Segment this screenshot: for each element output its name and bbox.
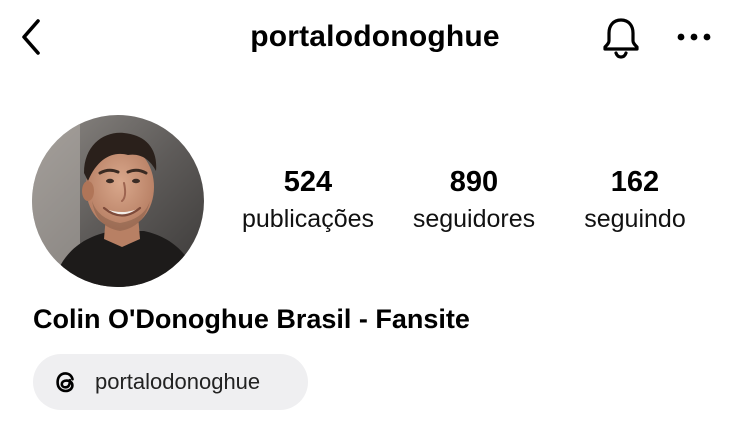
more-options-button[interactable] (672, 20, 716, 54)
notifications-button[interactable] (596, 12, 646, 62)
posts-label: publicações (241, 205, 375, 233)
followers-label: seguidores (412, 205, 536, 233)
following-label: seguindo (584, 205, 686, 233)
profile-photo (32, 115, 204, 287)
profile-header: portalodonoghue (0, 0, 750, 74)
threads-handle: portalodonoghue (95, 369, 261, 394)
profile-stats: 524 publicações 890 seguidores 162 segui… (222, 163, 722, 243)
posts-count: 524 (283, 166, 333, 198)
more-horizontal-icon (677, 33, 711, 41)
followers-count: 890 (449, 166, 499, 198)
threads-profile-link[interactable]: portalodonoghue (33, 354, 308, 410)
following-count: 162 (610, 166, 660, 198)
posts-stat[interactable]: 524 publicações (222, 163, 394, 237)
bell-icon (603, 18, 639, 59)
profile-display-name: Colin O'Donoghue Brasil - Fansite (33, 304, 470, 334)
threads-icon (50, 366, 82, 398)
following-stat[interactable]: 162 seguindo (560, 163, 710, 237)
profile-avatar[interactable] (32, 115, 204, 287)
followers-stat[interactable]: 890 seguidores (396, 163, 552, 237)
